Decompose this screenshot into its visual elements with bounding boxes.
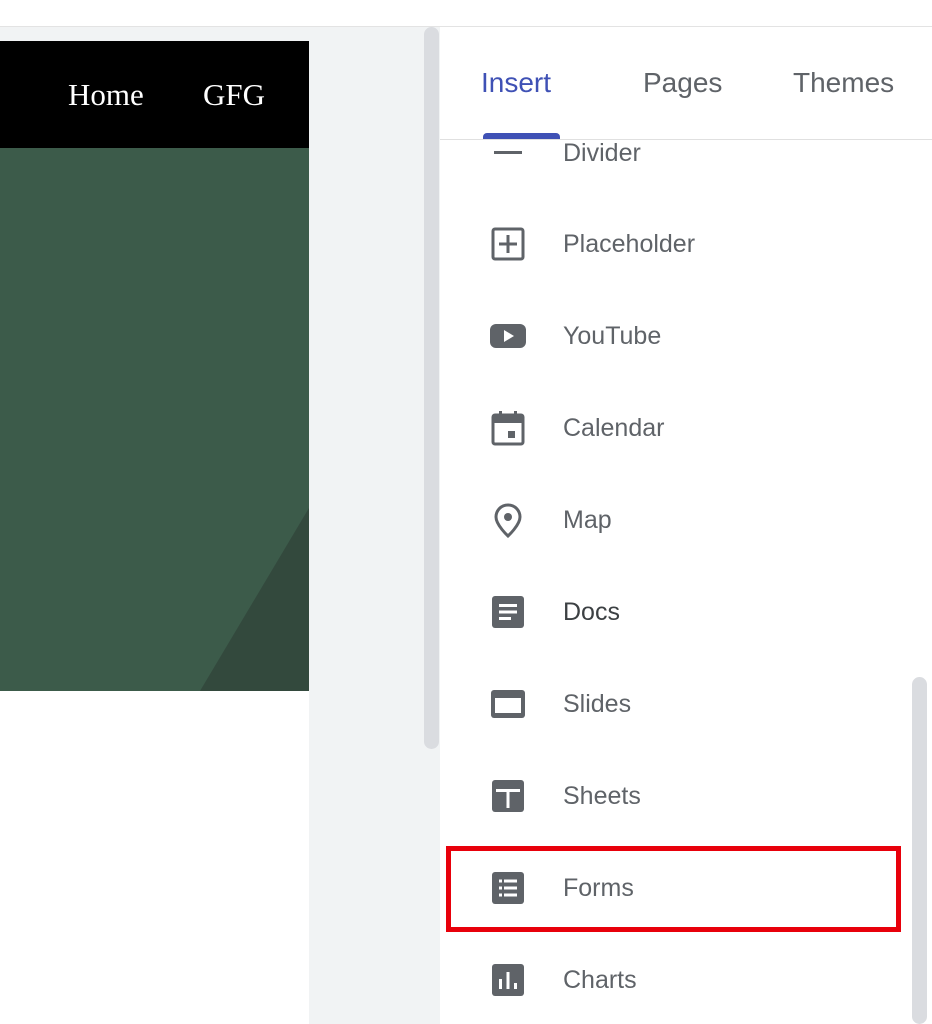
insert-item-charts[interactable]: Charts (440, 950, 910, 1010)
insert-item-docs[interactable]: Docs (440, 582, 910, 642)
calendar-icon (490, 410, 526, 446)
insert-item-forms[interactable]: Forms (440, 858, 910, 918)
insert-item-label: Divider (563, 140, 641, 167)
insert-item-map[interactable]: Map (440, 490, 910, 550)
insert-item-label: Placeholder (563, 230, 696, 258)
forms-icon (490, 870, 526, 906)
insert-item-label: YouTube (563, 322, 662, 350)
hero-banner[interactable] (0, 148, 309, 691)
tab-insert[interactable]: Insert (481, 67, 551, 99)
editor-canvas: Home GFG (0, 27, 440, 1024)
nav-link-home[interactable]: Home (68, 77, 144, 113)
divider-icon (490, 140, 526, 171)
insert-item-label: Charts (563, 966, 637, 994)
slides-icon (490, 686, 526, 722)
insert-item-placeholder[interactable]: Placeholder (440, 214, 910, 274)
insert-item-sheets[interactable]: Sheets (440, 766, 910, 826)
active-tab-indicator (483, 133, 560, 139)
site-preview[interactable]: Home GFG (0, 41, 309, 1024)
insert-item-label: Slides (563, 690, 632, 718)
panel-tab-bar: Insert Pages Themes (440, 27, 932, 140)
insert-item-label: Calendar (563, 414, 665, 442)
youtube-icon (490, 318, 526, 354)
panel-scrollbar[interactable] (912, 677, 927, 1024)
placeholder-icon (490, 226, 526, 262)
insert-side-panel: Insert Pages Themes Divider Placeholder … (440, 27, 932, 1024)
insert-item-label: Map (563, 506, 612, 534)
insert-item-list: Divider Placeholder YouTube Calendar Map… (440, 140, 932, 1024)
site-navigation-bar: Home GFG (0, 41, 309, 148)
nav-link-gfg[interactable]: GFG (203, 77, 265, 113)
hero-background-shape (0, 148, 309, 691)
app-window: Home GFG Insert Pages Themes Divider Pla… (0, 0, 932, 1024)
insert-item-label: Docs (563, 598, 620, 626)
top-strip (0, 0, 932, 27)
charts-icon (490, 962, 526, 998)
insert-item-slides[interactable]: Slides (440, 674, 910, 734)
tab-pages[interactable]: Pages (643, 67, 722, 99)
insert-item-calendar[interactable]: Calendar (440, 398, 910, 458)
map-pin-icon (490, 502, 526, 538)
insert-item-label: Forms (563, 874, 634, 902)
canvas-scrollbar[interactable] (424, 27, 439, 749)
sheets-icon (490, 778, 526, 814)
insert-item-youtube[interactable]: YouTube (440, 306, 910, 366)
tab-themes[interactable]: Themes (793, 67, 894, 99)
insert-item-divider[interactable]: Divider (440, 140, 910, 183)
insert-item-label: Sheets (563, 782, 641, 810)
docs-icon (490, 594, 526, 630)
